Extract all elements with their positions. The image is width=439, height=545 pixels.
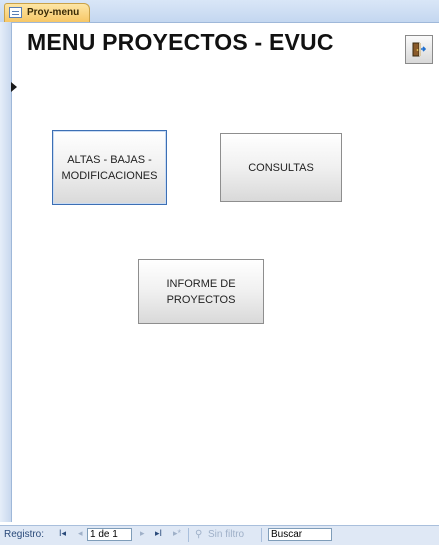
tab-label: Proy-menu — [27, 7, 80, 18]
current-record-arrow-icon — [11, 82, 17, 92]
next-record-icon[interactable]: ▸ — [140, 528, 145, 539]
altas-bajas-modificaciones-button[interactable]: ALTAS - BAJAS - MODIFICACIONES — [52, 130, 167, 205]
informe-de-proyectos-button[interactable]: INFORME DE PROYECTOS — [138, 259, 264, 324]
nav-separator — [261, 528, 262, 542]
informe-button-label: INFORME DE PROYECTOS — [166, 277, 236, 306]
search-input[interactable]: Buscar — [268, 528, 332, 541]
record-navigation-bar: Registro: I◂ ◂ 1 de 1 ▸ ▸I ▸* ⚲ Sin filt… — [0, 525, 439, 545]
consultas-button-label: CONSULTAS — [248, 161, 314, 174]
filter-icon[interactable]: ⚲ — [195, 529, 202, 540]
tab-proy-menu[interactable]: Proy-menu — [4, 3, 90, 22]
page-title: MENU PROYECTOS - EVUC — [27, 29, 334, 55]
form-icon — [9, 7, 22, 18]
exit-button[interactable] — [405, 35, 433, 64]
consultas-button[interactable]: CONSULTAS — [220, 133, 342, 202]
record-selector-bar[interactable] — [0, 22, 12, 522]
current-record-field[interactable]: 1 de 1 — [87, 528, 132, 541]
document-tab-strip: Proy-menu — [0, 0, 439, 23]
filter-status[interactable]: Sin filtro — [208, 529, 244, 540]
first-record-icon[interactable]: I◂ — [59, 528, 66, 539]
nav-separator — [188, 528, 189, 542]
record-label: Registro: — [4, 529, 45, 540]
previous-record-icon[interactable]: ◂ — [78, 528, 83, 539]
new-record-icon[interactable]: ▸* — [173, 528, 181, 539]
altas-button-label: ALTAS - BAJAS - MODIFICACIONES — [61, 153, 158, 182]
exit-door-icon — [412, 42, 426, 57]
last-record-icon[interactable]: ▸I — [155, 528, 162, 539]
